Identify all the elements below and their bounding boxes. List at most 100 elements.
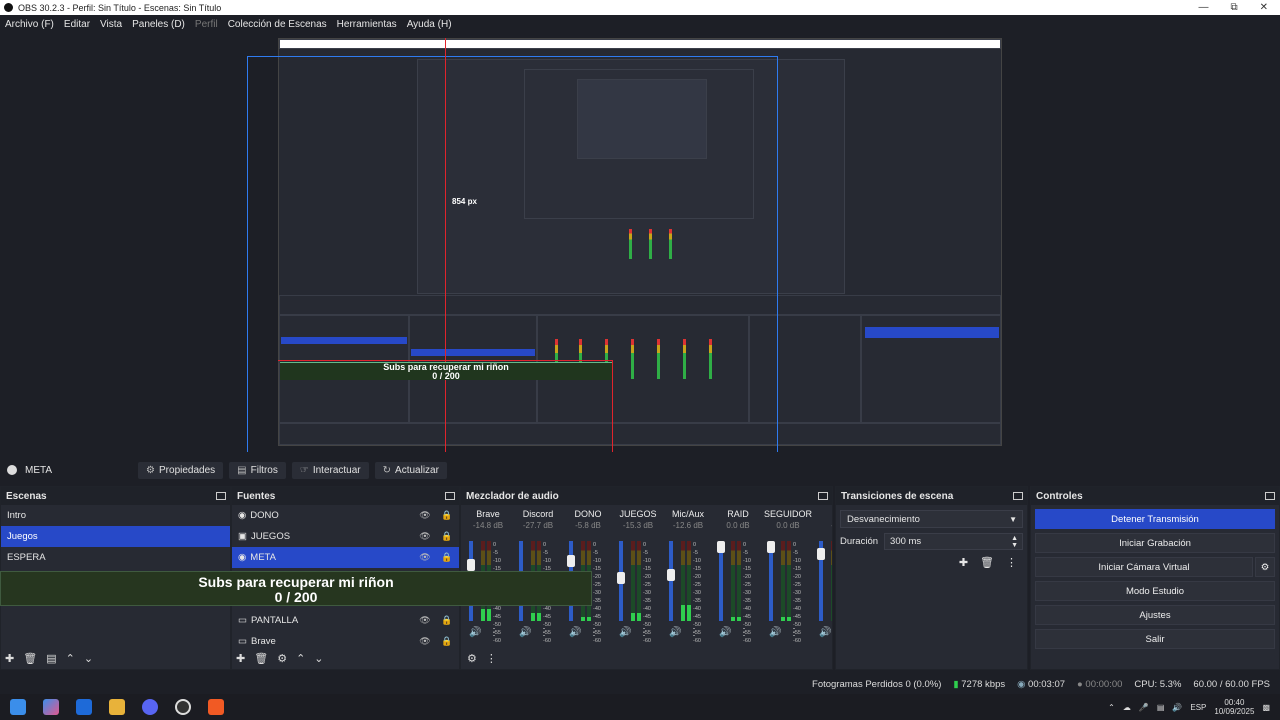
menu-herramientas[interactable]: Herramientas — [332, 19, 402, 30]
add-source-icon[interactable]: ✚ — [236, 652, 245, 665]
windows-start-icon[interactable] — [10, 699, 26, 715]
lock-icon[interactable]: 🔒 — [441, 615, 453, 626]
spin-arrows-icon[interactable]: ▲ ▼ — [1011, 535, 1018, 549]
exit-button[interactable]: Salir — [1035, 629, 1275, 649]
language-indicator[interactable]: ESP — [1190, 703, 1206, 712]
mixer-menu-icon[interactable]: ⋮ — [486, 652, 497, 665]
volume-slider[interactable] — [617, 541, 625, 621]
copilot-icon[interactable] — [43, 699, 59, 715]
source-item-juegos[interactable]: ▣ JUEGOS 👁 🔒 — [232, 526, 459, 547]
advanced-audio-icon[interactable]: ⚙ — [467, 652, 477, 665]
chevron-up-icon[interactable]: ⌃ — [1108, 703, 1115, 712]
menu-paneles[interactable]: Paneles (D) — [127, 19, 190, 30]
add-transition-icon[interactable]: ✚ — [959, 556, 968, 569]
speaker-icon[interactable]: 🔊 — [469, 627, 481, 638]
volume-slider[interactable] — [817, 541, 825, 621]
volume-slider-knob[interactable] — [717, 541, 725, 553]
volume-slider-knob[interactable] — [617, 572, 625, 584]
speaker-icon[interactable]: 🔊 — [769, 627, 781, 638]
network-icon[interactable]: ☁ — [1123, 703, 1131, 712]
settings-button[interactable]: Ajustes — [1035, 605, 1275, 625]
studio-mode-button[interactable]: Modo Estudio — [1035, 581, 1275, 601]
source-item-dono[interactable]: ◉ DONO 👁 🔒 — [232, 505, 459, 526]
scene-item-espera[interactable]: ESPERA — [1, 547, 230, 568]
scale-tick-label: -55 — [643, 630, 651, 636]
source-item-meta[interactable]: ◉ META 👁 🔒 — [232, 547, 459, 568]
filters-button[interactable]: ▤ Filtros — [229, 461, 286, 479]
transition-select[interactable]: Desvanecimiento ▼ — [840, 510, 1023, 528]
delete-scene-icon[interactable]: 🗑 — [23, 652, 37, 665]
undock-icon[interactable] — [1013, 492, 1023, 500]
wifi-icon[interactable]: ▤ — [1157, 703, 1165, 712]
eye-icon[interactable]: 👁 — [419, 510, 431, 521]
volume-slider-knob[interactable] — [817, 548, 825, 560]
volume-icon[interactable]: 🔊 — [1172, 703, 1182, 712]
transition-menu-icon[interactable]: ⋮ — [1006, 556, 1017, 569]
start-recording-button[interactable]: Iniciar Grabación — [1035, 533, 1275, 553]
move-up-icon[interactable]: ⌃ — [296, 652, 305, 665]
lock-icon[interactable]: 🔒 — [441, 636, 453, 647]
undock-icon[interactable] — [1265, 492, 1275, 500]
mixer-channel: JUEGOS -15.3 dB 🔊 ⋮ 0 -5 -10 -15 -20 -25 -30 -35 -40… — [613, 509, 663, 649]
refresh-button[interactable]: ↻ Actualizar — [374, 461, 447, 479]
microphone-icon[interactable]: 🎤 — [1139, 703, 1149, 712]
minimize-icon[interactable]: — — [1198, 2, 1208, 13]
volume-slider[interactable] — [767, 541, 775, 621]
eye-icon[interactable]: 👁 — [419, 636, 431, 647]
move-up-icon[interactable]: ⌃ — [66, 652, 75, 665]
stop-streaming-button[interactable]: Detener Transmisión — [1035, 509, 1275, 529]
duration-spinbox[interactable]: 300 ms ▲ ▼ — [884, 533, 1023, 550]
interact-button[interactable]: ☞ Interactuar — [291, 461, 369, 479]
obs-icon[interactable] — [175, 699, 191, 715]
menu-coleccion[interactable]: Colección de Escenas — [223, 19, 332, 30]
volume-slider-knob[interactable] — [667, 569, 675, 581]
speaker-icon[interactable]: 🔊 — [519, 627, 531, 638]
menu-archivo[interactable]: Archivo (F) — [0, 19, 59, 30]
volume-slider-knob[interactable] — [567, 555, 575, 567]
store-icon[interactable] — [76, 699, 92, 715]
eye-icon[interactable]: 👁 — [419, 531, 431, 542]
menu-editar[interactable]: Editar — [59, 19, 95, 30]
delete-transition-icon[interactable]: 🗑 — [980, 556, 994, 569]
undock-icon[interactable] — [216, 492, 226, 500]
eye-icon[interactable]: 👁 — [419, 615, 431, 626]
scene-item-juegos[interactable]: Juegos — [1, 526, 230, 547]
move-down-icon[interactable]: ⌄ — [314, 652, 323, 665]
volume-slider-knob[interactable] — [467, 559, 475, 571]
menu-perfil[interactable]: Perfil — [190, 19, 223, 30]
speaker-icon[interactable]: 🔊 — [669, 627, 681, 638]
volume-slider[interactable] — [717, 541, 725, 621]
maximize-icon[interactable]: ⧉ — [1230, 2, 1237, 13]
move-down-icon[interactable]: ⌄ — [84, 652, 93, 665]
undock-icon[interactable] — [818, 492, 828, 500]
volume-slider[interactable] — [667, 541, 675, 621]
scene-filters-icon[interactable]: ▤ — [46, 652, 56, 665]
source-item-pantalla[interactable]: ▭ PANTALLA 👁 🔒 — [232, 610, 459, 631]
start-virtual-camera-button[interactable]: Iniciar Cámara Virtual — [1035, 557, 1253, 577]
speaker-icon[interactable]: 🔊 — [819, 627, 831, 638]
undock-icon[interactable] — [445, 492, 455, 500]
virtual-camera-settings-icon[interactable]: ⚙ — [1255, 557, 1275, 577]
file-explorer-icon[interactable] — [109, 699, 125, 715]
lock-icon[interactable]: 🔒 — [441, 552, 453, 563]
add-scene-icon[interactable]: ✚ — [5, 652, 14, 665]
scene-item-intro[interactable]: Intro — [1, 505, 230, 526]
menu-ayuda[interactable]: Ayuda (H) — [402, 19, 457, 30]
brave-icon[interactable] — [208, 699, 224, 715]
menu-vista[interactable]: Vista — [95, 19, 127, 30]
close-icon[interactable]: ✕ — [1260, 2, 1268, 13]
speaker-icon[interactable]: 🔊 — [569, 627, 581, 638]
source-item-brave[interactable]: ▭ Brave 👁 🔒 — [232, 631, 459, 652]
clock[interactable]: 00:40 10/09/2025 — [1214, 698, 1254, 716]
lock-icon[interactable]: 🔒 — [441, 510, 453, 521]
delete-source-icon[interactable]: 🗑 — [254, 652, 268, 665]
speaker-icon[interactable]: 🔊 — [719, 627, 731, 638]
volume-slider-knob[interactable] — [767, 541, 775, 553]
speaker-icon[interactable]: 🔊 — [619, 627, 631, 638]
lock-icon[interactable]: 🔒 — [441, 531, 453, 542]
discord-icon[interactable] — [142, 699, 158, 715]
eye-icon[interactable]: 👁 — [419, 552, 431, 563]
properties-button[interactable]: ⚙ Propiedades — [138, 461, 224, 479]
notifications-icon[interactable]: ▩ — [1262, 703, 1270, 712]
source-properties-icon[interactable]: ⚙ — [277, 652, 287, 665]
